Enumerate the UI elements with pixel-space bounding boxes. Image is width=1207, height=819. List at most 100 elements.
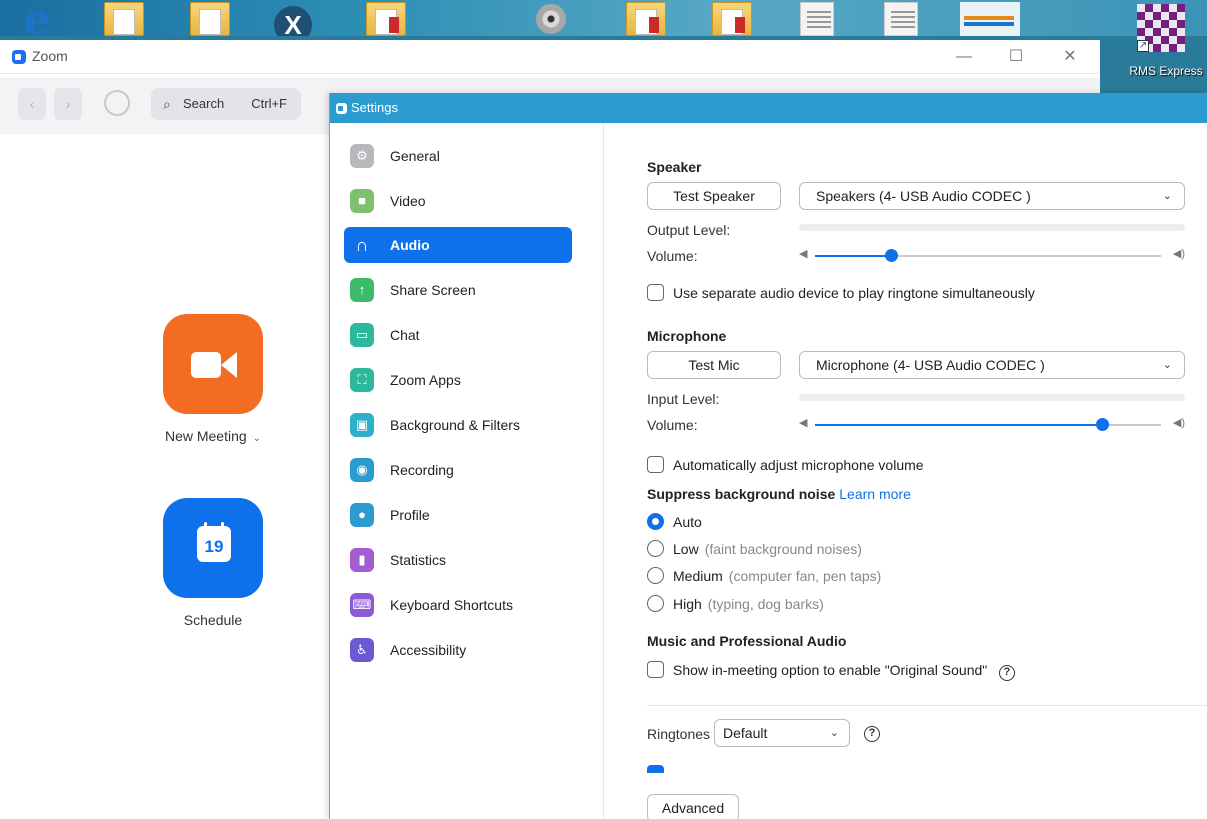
noise-medium-radio[interactable] — [647, 567, 664, 584]
folder-icon[interactable] — [366, 2, 406, 36]
sidebar-item-label: Background & Filters — [390, 417, 520, 433]
noise-high-radio[interactable] — [647, 595, 664, 612]
advanced-button[interactable]: Advanced — [647, 794, 739, 819]
partial-checkbox[interactable] — [647, 765, 664, 773]
video-camera-icon — [191, 352, 221, 378]
search-icon: ⌕ — [163, 96, 171, 112]
noise-low-radio[interactable] — [647, 540, 664, 557]
schedule-button[interactable]: 19 — [163, 498, 263, 598]
chevron-down-icon: ⌄ — [252, 433, 262, 444]
new-meeting[interactable]: New Meeting ⌄ — [163, 314, 263, 444]
noise-auto-radio[interactable] — [647, 513, 664, 530]
sidebar-item-background-filters[interactable]: ▣ Background & Filters — [344, 407, 572, 443]
noise-option-label: Medium — [673, 568, 723, 584]
suppress-noise-label: Suppress background noise — [647, 486, 836, 502]
noise-option-label: Low — [673, 541, 699, 557]
sidebar-item-profile[interactable]: ● Profile — [344, 497, 572, 533]
sidebar-item-zoom-apps[interactable]: ⛶ Zoom Apps — [344, 362, 572, 398]
speaker-device-select[interactable]: Speakers (4- USB Audio CODEC ) ⌄ — [799, 182, 1185, 210]
music-section-title: Music and Professional Audio — [647, 633, 847, 649]
sidebar-item-share-screen[interactable]: ↑ Share Screen — [344, 272, 572, 308]
separate-device-label: Use separate audio device to play ringto… — [673, 285, 1035, 301]
output-level-meter — [799, 224, 1185, 231]
sidebar-item-audio[interactable]: ∩ Audio — [344, 227, 572, 263]
sidebar-item-label: General — [390, 148, 440, 164]
settings-dialog: Settings ⚙ General ■ Video ∩ Audio ↑ Sha… — [329, 93, 1207, 819]
sidebar-item-label: Share Screen — [390, 282, 476, 298]
sidebar-item-label: Accessibility — [390, 642, 467, 658]
sidebar-item-chat[interactable]: ▭ Chat — [344, 317, 572, 353]
new-meeting-dropdown[interactable]: New Meeting ⌄ — [163, 428, 263, 444]
search-box[interactable]: ⌕ Search Ctrl+F — [151, 88, 301, 120]
speaker-volume-slider[interactable]: ◀ ◀) — [799, 246, 1185, 266]
microphone-section-title: Microphone — [647, 328, 727, 344]
test-mic-button[interactable]: Test Mic — [647, 351, 781, 379]
background-icon: ▣ — [350, 413, 374, 437]
calendar-icon: 19 — [197, 522, 231, 562]
sidebar-item-keyboard-shortcuts[interactable]: ⌨ Keyboard Shortcuts — [344, 587, 572, 623]
speaker-volume-fill — [815, 255, 892, 257]
chevron-right-icon: › — [65, 96, 71, 112]
input-level-meter — [799, 394, 1185, 401]
volume-low-icon: ◀ — [799, 248, 808, 260]
folder-icon[interactable] — [190, 2, 230, 36]
speaker-volume-thumb[interactable] — [885, 249, 899, 262]
minimize-button[interactable]: — — [944, 44, 984, 70]
statistics-icon: ▮ — [350, 548, 374, 572]
auto-adjust-checkbox[interactable] — [647, 456, 664, 473]
schedule[interactable]: 19 Schedule — [163, 498, 263, 628]
maximize-button[interactable]: ☐ — [996, 44, 1036, 70]
noise-option-hint: (computer fan, pen taps) — [728, 568, 882, 584]
internet-explorer-icon[interactable]: e — [20, 0, 62, 36]
history-icon[interactable] — [104, 90, 130, 116]
mic-volume-fill — [815, 424, 1103, 426]
noise-option-label: Auto — [673, 514, 702, 530]
noise-option-hint: (typing, dog barks) — [707, 596, 824, 612]
headphones-icon: ∩ — [355, 235, 369, 255]
keyboard-icon: ⌨ — [350, 593, 374, 617]
help-icon[interactable]: ? — [864, 726, 880, 742]
document-icon[interactable] — [884, 2, 918, 36]
rms-express-label: RMS Express — [1129, 64, 1203, 78]
auto-adjust-label: Automatically adjust microphone volume — [673, 457, 924, 473]
mic-volume-label: Volume: — [647, 417, 698, 433]
ringtones-select[interactable]: Default ⌄ — [714, 719, 850, 747]
close-button[interactable]: ✕ — [1050, 44, 1090, 70]
ringtones-value: Default — [723, 725, 768, 741]
folder-icon[interactable] — [712, 2, 752, 36]
speaker-device-value: Speakers (4- USB Audio CODEC ) — [816, 188, 1031, 204]
disc-icon[interactable] — [530, 2, 574, 36]
new-meeting-button[interactable] — [163, 314, 263, 414]
learn-more-link[interactable]: Learn more — [839, 486, 911, 502]
microphone-device-select[interactable]: Microphone (4- USB Audio CODEC ) ⌄ — [799, 351, 1185, 379]
new-meeting-label: New Meeting — [164, 428, 247, 444]
gear-icon: ⚙ — [350, 144, 374, 168]
help-icon[interactable]: ? — [998, 665, 1015, 681]
sidebar-item-accessibility[interactable]: ♿ Accessibility — [344, 632, 572, 668]
test-speaker-button[interactable]: Test Speaker — [647, 182, 781, 210]
mic-volume-thumb[interactable] — [1096, 418, 1110, 431]
sidebar-item-label: Zoom Apps — [390, 372, 461, 388]
app-x-icon[interactable]: X — [270, 2, 316, 36]
profile-icon: ● — [350, 503, 374, 527]
apps-icon: ⛶ — [350, 368, 374, 392]
mic-volume-slider[interactable]: ◀ ◀) — [799, 415, 1185, 435]
shortcut-icon[interactable] — [960, 2, 1020, 36]
chevron-down-icon: ⌄ — [829, 727, 839, 739]
folder-icon[interactable] — [104, 2, 144, 36]
separate-device-checkbox[interactable] — [647, 284, 664, 301]
suppress-noise-title: Suppress background noise Learn more — [647, 486, 911, 502]
sidebar-item-recording[interactable]: ◉ Recording — [344, 452, 572, 488]
shortcut-arrow-icon: ↗ — [1137, 40, 1149, 52]
rms-express-shortcut[interactable]: ↗ RMS Express — [1121, 0, 1207, 92]
sidebar-item-label: Keyboard Shortcuts — [390, 597, 513, 613]
forward-button[interactable]: › — [54, 88, 82, 120]
sidebar-item-statistics[interactable]: ▮ Statistics — [344, 542, 572, 578]
folder-icon[interactable] — [626, 2, 666, 36]
document-icon[interactable] — [800, 2, 834, 36]
back-button[interactable]: ‹ — [18, 88, 46, 120]
original-sound-checkbox[interactable] — [647, 661, 664, 678]
sidebar-item-general[interactable]: ⚙ General — [344, 138, 572, 174]
chat-icon: ▭ — [350, 323, 374, 347]
sidebar-item-video[interactable]: ■ Video — [344, 183, 572, 219]
